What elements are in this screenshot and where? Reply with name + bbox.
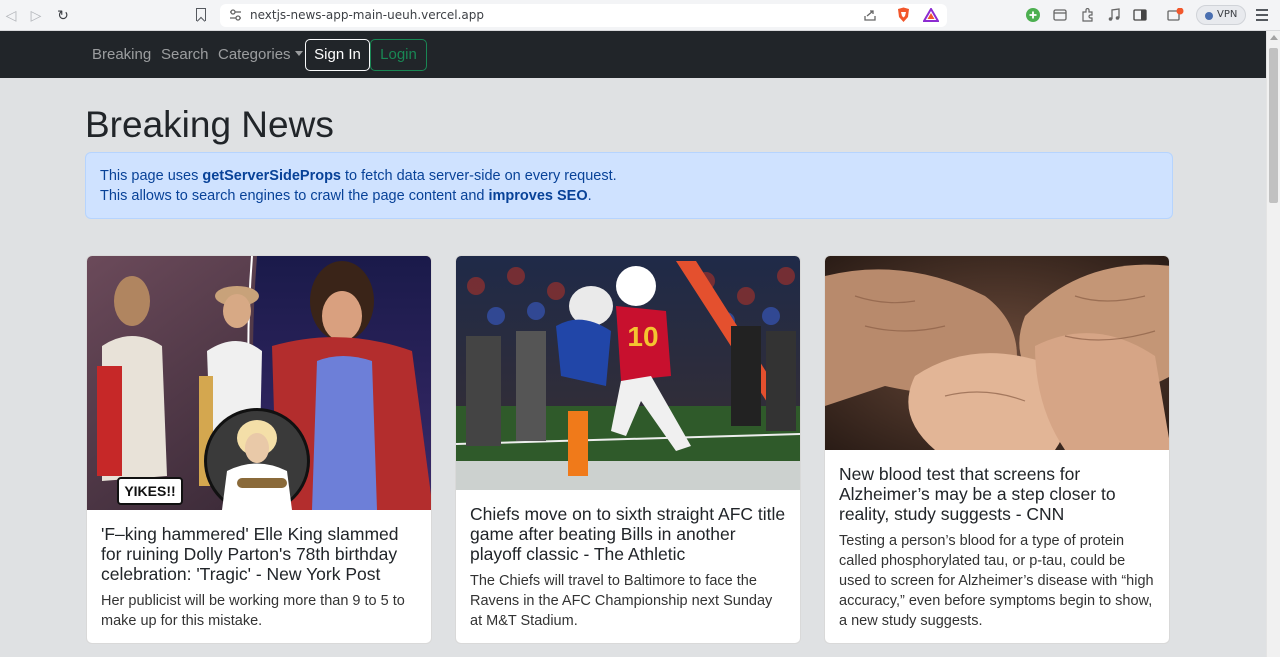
notifications-icon[interactable] [1167,8,1185,22]
article-card[interactable]: YIKES!! 'F–king hammered' Elle King slam… [86,255,432,644]
share-icon[interactable] [863,8,877,22]
back-icon[interactable]: ◁ [2,6,20,24]
image-caption-yikes: YIKES!! [124,483,175,499]
reload-icon[interactable]: ↻ [54,6,72,24]
vpn-button[interactable]: VPN [1196,5,1246,25]
nav-link-breaking[interactable]: Breaking [92,46,151,63]
jersey-number: 10 [627,321,658,352]
brave-shield-icon[interactable] [896,7,911,23]
extensions-icon[interactable] [1080,8,1094,22]
article-image[interactable]: YIKES!! [87,256,431,510]
article-title[interactable]: 'F–king hammered' Elle King slammed for … [101,524,421,584]
article-title[interactable]: New blood test that screens for Alzheime… [839,464,1159,524]
scrollbar-thumb[interactable] [1269,48,1278,203]
info-alert: This page uses getServerSideProps to fet… [85,152,1173,219]
browser-toolbar: ◁ ▷ ↻ nextjs-news-app-main-ueuh.vercel.a… [0,0,1280,31]
alert-line-1: This page uses getServerSideProps to fet… [100,168,617,184]
add-extension-icon[interactable] [1026,8,1040,22]
site-settings-icon[interactable] [229,9,242,21]
vpn-label: VPN [1217,9,1238,20]
wallet-icon[interactable] [1053,8,1067,22]
forward-icon[interactable]: ▷ [27,6,45,24]
browser-menu-icon[interactable] [1256,9,1268,21]
article-image[interactable] [825,256,1169,450]
nav-dropdown-categories[interactable]: Categories [218,46,303,63]
article-title[interactable]: Chiefs move on to sixth straight AFC tit… [470,504,790,564]
article-card[interactable]: New blood test that screens for Alzheime… [824,255,1170,644]
page-title: Breaking News [85,104,334,145]
sidebar-icon[interactable] [1133,8,1147,22]
alert-line-2: This allows to search engines to crawl t… [100,188,592,204]
url-text[interactable]: nextjs-news-app-main-ueuh.vercel.app [250,8,484,22]
bookmark-icon[interactable] [196,8,206,21]
article-description: Her publicist will be working more than … [101,593,405,629]
scroll-up-icon[interactable] [1270,35,1278,40]
article-description: The Chiefs will travel to Baltimore to f… [470,573,773,629]
brave-rewards-icon[interactable] [923,8,939,22]
caret-down-icon [294,51,303,56]
article-card[interactable]: 10 Chiefs move on to sixth straight AFC … [455,255,801,644]
vpn-status-icon [1205,12,1213,20]
login-button[interactable]: Login [370,39,427,71]
page-scrollbar[interactable] [1266,31,1280,657]
site-navbar: Breaking Search Categories Sign In Login [0,31,1266,78]
music-icon[interactable] [1107,8,1121,22]
address-bar[interactable]: nextjs-news-app-main-ueuh.vercel.app [220,4,947,27]
nav-categories-label: Categories [218,46,291,63]
article-image[interactable]: 10 [456,256,800,490]
nav-link-search[interactable]: Search [161,46,209,63]
article-description: Testing a person’s blood for a type of p… [839,533,1154,629]
sign-in-button[interactable]: Sign In [305,39,370,71]
